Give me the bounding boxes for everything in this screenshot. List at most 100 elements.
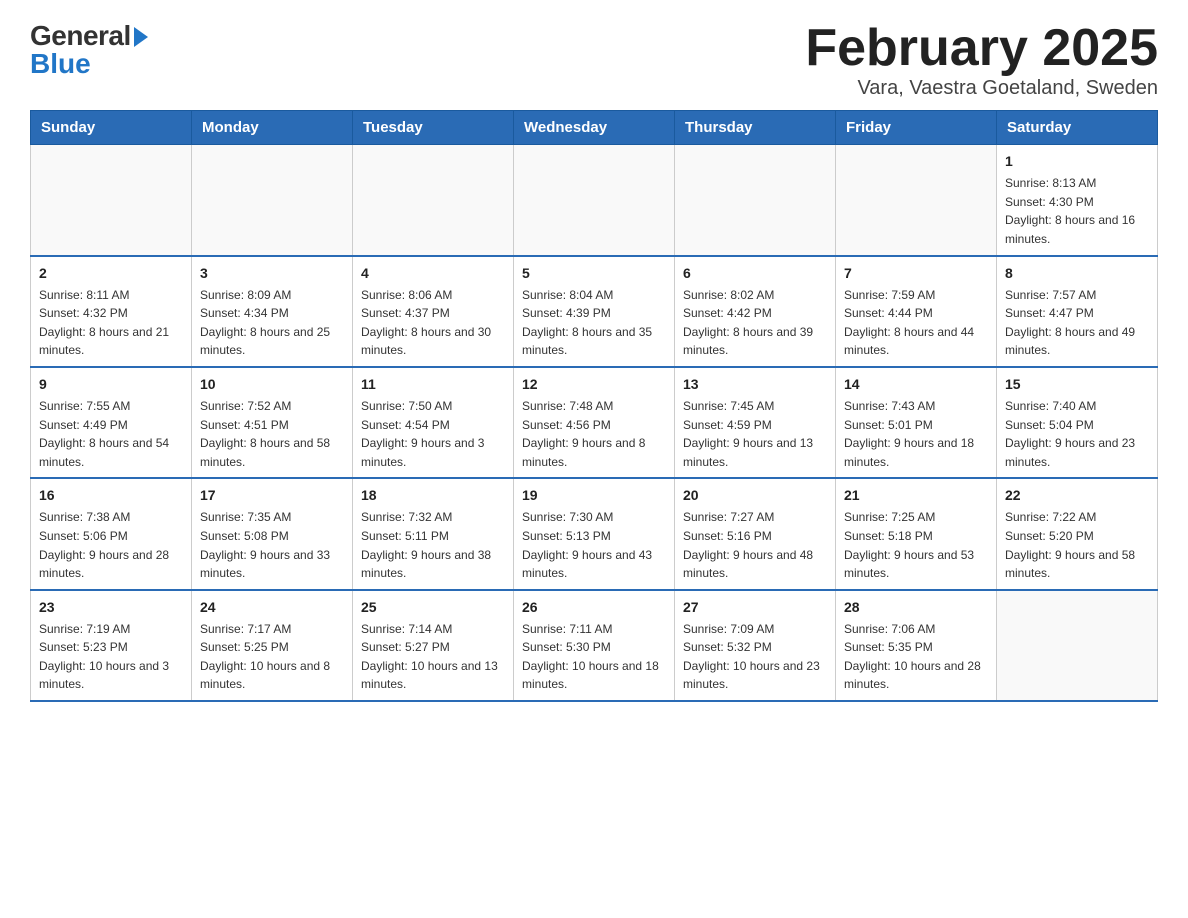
calendar-cell: 18Sunrise: 7:32 AMSunset: 5:11 PMDayligh… <box>353 478 514 589</box>
calendar-title: February 2025 <box>805 20 1158 77</box>
day-info: Sunrise: 7:19 AMSunset: 5:23 PMDaylight:… <box>39 620 183 694</box>
day-number: 28 <box>844 597 988 618</box>
logo: General Blue <box>30 20 148 80</box>
day-info: Sunrise: 7:57 AMSunset: 4:47 PMDaylight:… <box>1005 286 1149 360</box>
calendar-week-4: 16Sunrise: 7:38 AMSunset: 5:06 PMDayligh… <box>31 478 1158 589</box>
calendar-cell: 25Sunrise: 7:14 AMSunset: 5:27 PMDayligh… <box>353 590 514 701</box>
calendar-week-2: 2Sunrise: 8:11 AMSunset: 4:32 PMDaylight… <box>31 256 1158 367</box>
day-info: Sunrise: 7:11 AMSunset: 5:30 PMDaylight:… <box>522 620 666 694</box>
col-tuesday: Tuesday <box>353 111 514 145</box>
days-of-week-row: Sunday Monday Tuesday Wednesday Thursday… <box>31 111 1158 145</box>
day-number: 8 <box>1005 263 1149 284</box>
logo-blue-text: Blue <box>30 48 148 80</box>
day-info: Sunrise: 7:59 AMSunset: 4:44 PMDaylight:… <box>844 286 988 360</box>
day-info: Sunrise: 7:30 AMSunset: 5:13 PMDaylight:… <box>522 508 666 582</box>
day-number: 16 <box>39 485 183 506</box>
day-number: 19 <box>522 485 666 506</box>
day-number: 7 <box>844 263 988 284</box>
calendar-cell: 4Sunrise: 8:06 AMSunset: 4:37 PMDaylight… <box>353 256 514 367</box>
calendar-cell: 2Sunrise: 8:11 AMSunset: 4:32 PMDaylight… <box>31 256 192 367</box>
day-info: Sunrise: 7:14 AMSunset: 5:27 PMDaylight:… <box>361 620 505 694</box>
day-number: 10 <box>200 374 344 395</box>
day-info: Sunrise: 7:32 AMSunset: 5:11 PMDaylight:… <box>361 508 505 582</box>
calendar-cell: 14Sunrise: 7:43 AMSunset: 5:01 PMDayligh… <box>836 367 997 478</box>
calendar-cell <box>514 145 675 256</box>
calendar-cell: 5Sunrise: 8:04 AMSunset: 4:39 PMDaylight… <box>514 256 675 367</box>
day-number: 5 <box>522 263 666 284</box>
day-number: 23 <box>39 597 183 618</box>
calendar-subtitle: Vara, Vaestra Goetaland, Sweden <box>805 77 1158 100</box>
day-info: Sunrise: 7:25 AMSunset: 5:18 PMDaylight:… <box>844 508 988 582</box>
day-number: 18 <box>361 485 505 506</box>
day-info: Sunrise: 8:09 AMSunset: 4:34 PMDaylight:… <box>200 286 344 360</box>
day-info: Sunrise: 7:27 AMSunset: 5:16 PMDaylight:… <box>683 508 827 582</box>
day-info: Sunrise: 7:48 AMSunset: 4:56 PMDaylight:… <box>522 397 666 471</box>
calendar-week-5: 23Sunrise: 7:19 AMSunset: 5:23 PMDayligh… <box>31 590 1158 701</box>
day-info: Sunrise: 7:40 AMSunset: 5:04 PMDaylight:… <box>1005 397 1149 471</box>
calendar-header: Sunday Monday Tuesday Wednesday Thursday… <box>31 111 1158 145</box>
calendar-table: Sunday Monday Tuesday Wednesday Thursday… <box>30 110 1158 702</box>
calendar-cell: 19Sunrise: 7:30 AMSunset: 5:13 PMDayligh… <box>514 478 675 589</box>
day-number: 13 <box>683 374 827 395</box>
col-thursday: Thursday <box>675 111 836 145</box>
day-number: 17 <box>200 485 344 506</box>
day-number: 25 <box>361 597 505 618</box>
day-info: Sunrise: 8:04 AMSunset: 4:39 PMDaylight:… <box>522 286 666 360</box>
day-number: 2 <box>39 263 183 284</box>
col-monday: Monday <box>192 111 353 145</box>
calendar-cell: 12Sunrise: 7:48 AMSunset: 4:56 PMDayligh… <box>514 367 675 478</box>
day-number: 21 <box>844 485 988 506</box>
title-block: February 2025 Vara, Vaestra Goetaland, S… <box>805 20 1158 100</box>
day-info: Sunrise: 7:09 AMSunset: 5:32 PMDaylight:… <box>683 620 827 694</box>
day-info: Sunrise: 7:06 AMSunset: 5:35 PMDaylight:… <box>844 620 988 694</box>
logo-chevron-icon <box>134 27 148 47</box>
calendar-cell: 13Sunrise: 7:45 AMSunset: 4:59 PMDayligh… <box>675 367 836 478</box>
calendar-cell: 6Sunrise: 8:02 AMSunset: 4:42 PMDaylight… <box>675 256 836 367</box>
day-number: 26 <box>522 597 666 618</box>
day-number: 22 <box>1005 485 1149 506</box>
day-number: 20 <box>683 485 827 506</box>
calendar-week-1: 1Sunrise: 8:13 AMSunset: 4:30 PMDaylight… <box>31 145 1158 256</box>
day-number: 14 <box>844 374 988 395</box>
day-info: Sunrise: 8:06 AMSunset: 4:37 PMDaylight:… <box>361 286 505 360</box>
calendar-cell: 15Sunrise: 7:40 AMSunset: 5:04 PMDayligh… <box>997 367 1158 478</box>
calendar-cell <box>192 145 353 256</box>
calendar-cell: 23Sunrise: 7:19 AMSunset: 5:23 PMDayligh… <box>31 590 192 701</box>
calendar-body: 1Sunrise: 8:13 AMSunset: 4:30 PMDaylight… <box>31 145 1158 701</box>
calendar-cell: 17Sunrise: 7:35 AMSunset: 5:08 PMDayligh… <box>192 478 353 589</box>
calendar-cell: 9Sunrise: 7:55 AMSunset: 4:49 PMDaylight… <box>31 367 192 478</box>
calendar-cell: 10Sunrise: 7:52 AMSunset: 4:51 PMDayligh… <box>192 367 353 478</box>
day-number: 12 <box>522 374 666 395</box>
calendar-cell: 8Sunrise: 7:57 AMSunset: 4:47 PMDaylight… <box>997 256 1158 367</box>
calendar-cell <box>836 145 997 256</box>
day-number: 15 <box>1005 374 1149 395</box>
calendar-cell: 16Sunrise: 7:38 AMSunset: 5:06 PMDayligh… <box>31 478 192 589</box>
col-friday: Friday <box>836 111 997 145</box>
calendar-cell: 3Sunrise: 8:09 AMSunset: 4:34 PMDaylight… <box>192 256 353 367</box>
day-info: Sunrise: 7:43 AMSunset: 5:01 PMDaylight:… <box>844 397 988 471</box>
calendar-cell: 24Sunrise: 7:17 AMSunset: 5:25 PMDayligh… <box>192 590 353 701</box>
day-info: Sunrise: 7:38 AMSunset: 5:06 PMDaylight:… <box>39 508 183 582</box>
calendar-cell: 27Sunrise: 7:09 AMSunset: 5:32 PMDayligh… <box>675 590 836 701</box>
calendar-cell: 11Sunrise: 7:50 AMSunset: 4:54 PMDayligh… <box>353 367 514 478</box>
day-info: Sunrise: 7:45 AMSunset: 4:59 PMDaylight:… <box>683 397 827 471</box>
day-number: 27 <box>683 597 827 618</box>
calendar-cell <box>31 145 192 256</box>
day-info: Sunrise: 8:02 AMSunset: 4:42 PMDaylight:… <box>683 286 827 360</box>
page-header: General Blue February 2025 Vara, Vaestra… <box>30 20 1158 100</box>
day-info: Sunrise: 7:35 AMSunset: 5:08 PMDaylight:… <box>200 508 344 582</box>
day-info: Sunrise: 8:13 AMSunset: 4:30 PMDaylight:… <box>1005 174 1149 248</box>
day-number: 1 <box>1005 151 1149 172</box>
calendar-week-3: 9Sunrise: 7:55 AMSunset: 4:49 PMDaylight… <box>31 367 1158 478</box>
col-saturday: Saturday <box>997 111 1158 145</box>
calendar-cell: 28Sunrise: 7:06 AMSunset: 5:35 PMDayligh… <box>836 590 997 701</box>
calendar-cell <box>997 590 1158 701</box>
col-sunday: Sunday <box>31 111 192 145</box>
calendar-cell: 1Sunrise: 8:13 AMSunset: 4:30 PMDaylight… <box>997 145 1158 256</box>
day-number: 9 <box>39 374 183 395</box>
day-info: Sunrise: 7:50 AMSunset: 4:54 PMDaylight:… <box>361 397 505 471</box>
calendar-cell <box>675 145 836 256</box>
col-wednesday: Wednesday <box>514 111 675 145</box>
day-number: 6 <box>683 263 827 284</box>
calendar-cell <box>353 145 514 256</box>
